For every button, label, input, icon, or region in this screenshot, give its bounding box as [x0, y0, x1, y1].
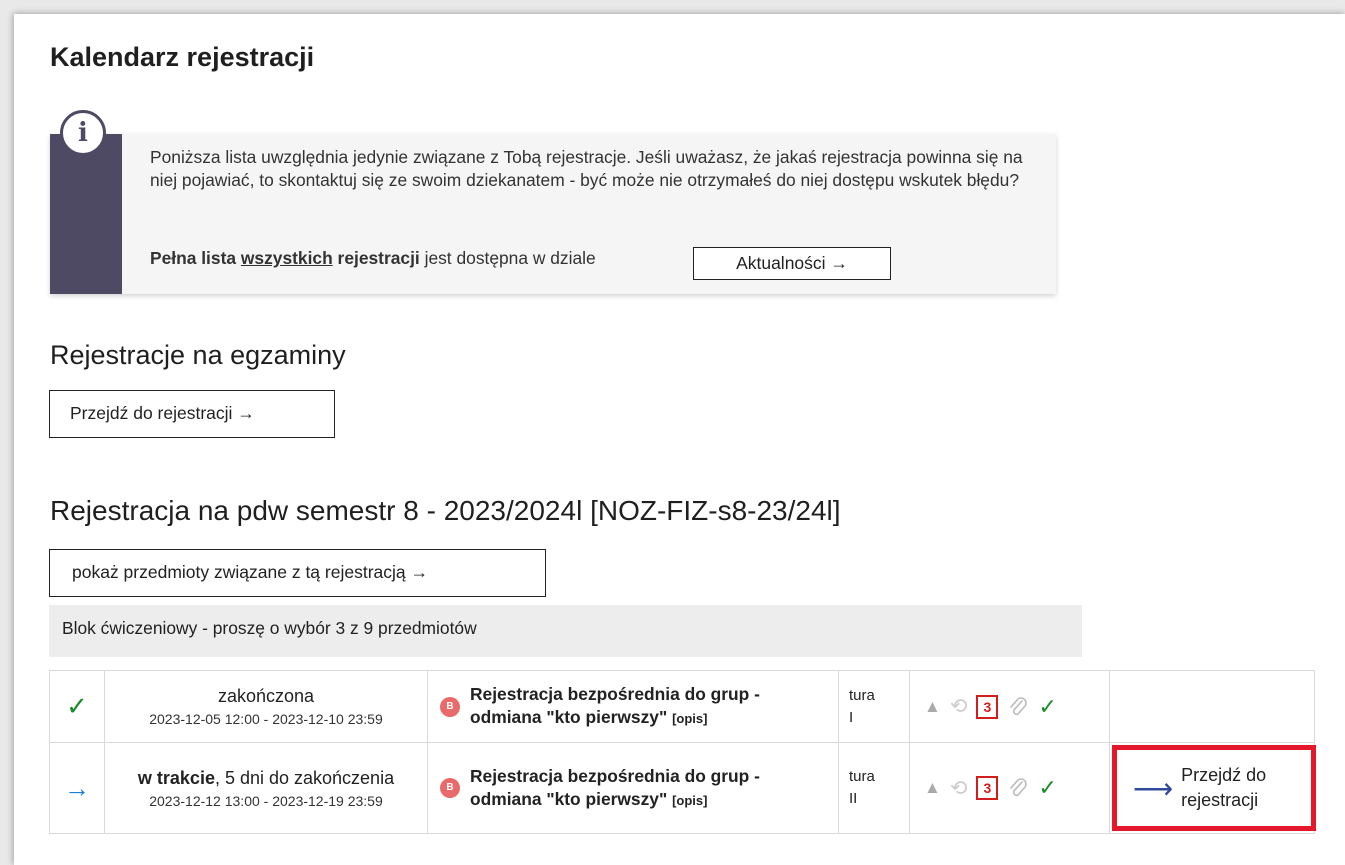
all-registrations-link[interactable]: wszystkich — [241, 248, 333, 268]
round-name-line1: Rejestracja bezpośrednia do grup - — [470, 684, 760, 704]
tura-label: tura — [849, 686, 875, 704]
round-dates: 2023-12-05 12:00 - 2023-12-10 23:59 — [149, 711, 383, 727]
registration-heading: Rejestracja na pdw semestr 8 - 2023/2024… — [50, 495, 841, 526]
round-state-bold: w trakcie — [137, 767, 215, 788]
round-name-line2: odmiana "kto pierwszy" — [470, 788, 668, 809]
action-cell: ⟶ Przejdź do rejestracji — [1109, 742, 1316, 834]
round-name: Rejestracja bezpośrednia do grup - odmia… — [470, 765, 760, 812]
tura-cell: tura I — [838, 670, 910, 743]
page-title: Kalendarz rejestracji — [50, 42, 315, 72]
info-message: Poniższa lista uwzględnia jedynie związa… — [150, 147, 1023, 190]
go-label-line1: Przejdź do — [1181, 765, 1267, 785]
tura-label: tura — [849, 768, 875, 785]
tura-number: II — [849, 790, 858, 807]
check-icon: ✓ — [1038, 693, 1057, 719]
arrow-right-icon: → — [64, 772, 90, 803]
block-label: Blok ćwiczeniowy - proszę o wybór 3 z 9 … — [49, 605, 1082, 657]
check-icon: ✓ — [66, 691, 88, 721]
tura-cell: tura II — [838, 742, 910, 834]
refresh-icon: ⟲ — [949, 776, 968, 800]
paperclip-icon — [1010, 778, 1028, 797]
info-text: Poniższa lista uwzględnia jedynie związa… — [150, 146, 1040, 192]
registration-type-badge: B — [440, 778, 460, 798]
go-to-registration-label: Przejdź do rejestracji — [1181, 763, 1266, 813]
opis-link[interactable]: [opis] — [672, 793, 707, 808]
show-subjects-button[interactable]: pokaż przedmioty związane z tą rejestrac… — [49, 549, 546, 597]
info-side-bar — [50, 134, 122, 294]
icons-cell: ▲ ⟲ 3 ✓ — [909, 670, 1110, 743]
registrations-bold: rejestracji — [337, 248, 420, 268]
refresh-icon: ⟲ — [949, 695, 968, 718]
go-to-registration-button[interactable]: ⟶ Przejdź do rejestracji — [1112, 745, 1316, 831]
round-name-line2: odmiana "kto pierwszy" — [470, 707, 668, 727]
round-state: w trakcie, 5 dni do zakończenia — [105, 768, 427, 789]
registration-type-badge: B — [440, 696, 460, 717]
exam-registration-button[interactable]: Przejdź do rejestracji → — [49, 390, 335, 438]
info-icon: i — [60, 110, 106, 156]
round-dates: 2023-12-12 13:00 - 2023-12-19 23:59 — [149, 792, 383, 809]
name-cell: B Rejestracja bezpośrednia do grup - odm… — [427, 742, 839, 834]
full-list-line: Pełna lista wszystkich rejestracji jest … — [150, 248, 596, 269]
action-cell-empty — [1109, 670, 1315, 743]
check-icon: ✓ — [1038, 775, 1057, 800]
status-cell: ✓ — [49, 670, 105, 743]
tura-number: I — [849, 708, 854, 726]
round-name-line1: Rejestracja bezpośrednia do grup - — [470, 765, 760, 786]
table-row: → w trakcie, 5 dni do zakończenia 2023-1… — [49, 742, 1316, 834]
triangle-up-icon: ▲ — [924, 778, 941, 797]
info-box: i Poniższa lista uwzględnia jedynie zwią… — [50, 110, 1056, 294]
full-list-bold: Pełna lista — [150, 248, 237, 268]
date-cell: zakończona 2023-12-05 12:00 - 2023-12-10… — [104, 670, 428, 743]
date-cell: w trakcie, 5 dni do zakończenia 2023-12-… — [104, 742, 428, 834]
status-cell: → — [49, 742, 105, 834]
opis-link[interactable]: [opis] — [672, 711, 707, 726]
limit-badge: 3 — [976, 694, 999, 719]
arrow-right-icon: ⟶ — [1133, 772, 1174, 804]
limit-badge: 3 — [976, 776, 999, 800]
full-list-rest: jest dostępna w dziale — [424, 248, 596, 268]
table-row: ✓ zakończona 2023-12-05 12:00 - 2023-12-… — [49, 670, 1315, 743]
news-button[interactable]: Aktualności → — [693, 247, 891, 280]
name-cell: B Rejestracja bezpośrednia do grup - odm… — [427, 670, 839, 743]
paperclip-icon — [1010, 696, 1028, 715]
round-state-extra: , 5 dni do zakończenia — [214, 767, 395, 788]
triangle-up-icon: ▲ — [924, 696, 941, 716]
exams-heading: Rejestracje na egzaminy — [50, 340, 346, 370]
round-state: zakończona — [217, 686, 315, 706]
go-label-line2: rejestracji — [1181, 790, 1259, 810]
registration-rounds-table: ✓ zakończona 2023-12-05 12:00 - 2023-12-… — [49, 670, 1316, 834]
icons-cell: ▲ ⟲ 3 ✓ — [909, 742, 1110, 834]
round-name: Rejestracja bezpośrednia do grup - odmia… — [470, 683, 760, 730]
